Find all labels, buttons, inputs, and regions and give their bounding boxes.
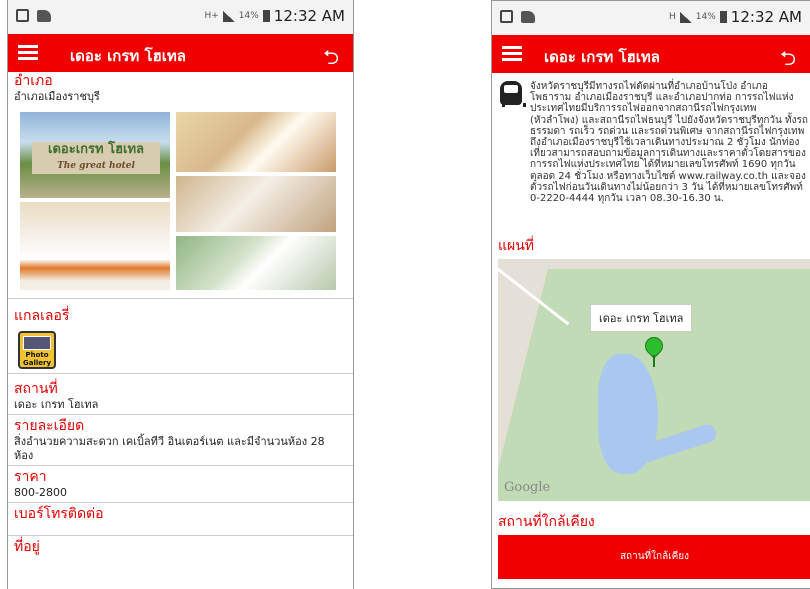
detail-heading: รายละเอียด [14,418,85,434]
hotel-sign-name: เดอะเกรท โฮเทล [48,142,144,157]
bathtub-photo [174,234,338,292]
divider [8,414,353,415]
app-bar: เดอะ เกรท โฮเทล ⮌ [8,34,353,72]
battery-percent: 14% [238,11,259,21]
screenshot-icon [16,9,29,22]
menu-icon[interactable] [502,46,522,61]
signal-icon [679,11,692,23]
clock: 12:32 AM [730,8,802,26]
phone-heading: เบอร์โทรติดต่อ [14,506,104,522]
detail-content[interactable]: จังหวัดราชบุรีมีทางรถไฟตัดผ่านที่อำเภอบ้… [492,73,810,588]
transport-info-text: จังหวัดราชบุรีมีทางรถไฟตัดผ่านที่อำเภอบ้… [530,81,808,205]
left-phone-screen: H+ 14% 12:32 AM เดอะ เกรท โฮเทล ⮌ อำเภอ … [7,0,354,589]
district-value: อำเภอเมืองราชบุรี [14,90,100,103]
hotel-sign: เดอะเกรท โฮเทล The great hotel [32,142,160,174]
map-view[interactable]: เดอะ เกรท โฮเทล Google [498,259,810,501]
hotel-entrance-photo: เดอะเกรท โฮเทล The great hotel [18,110,172,200]
gallery-icon-label: Photo Gallery [22,351,52,367]
hotel-photo-collage[interactable]: เดอะเกรท โฮเทล The great hotel [18,110,345,292]
hotel-sign-sub: The great hotel [57,161,135,171]
divider [8,535,353,536]
train-icon [500,81,526,107]
app-title: เดอะ เกรท โฮเทล [544,48,660,66]
map-heading: แผนที่ [498,238,535,254]
app-title: เดอะ เกรท โฮเทล [70,47,186,65]
battery-icon [719,11,727,23]
divider [8,465,353,466]
room-photo-2 [174,174,338,234]
clock: 12:32 AM [273,7,345,25]
bed-photo [18,200,172,292]
gallery-heading: แกลเลอรี่ [14,308,70,324]
status-bar: H+ 14% 12:32 AM [8,0,353,34]
detail-content[interactable]: อำเภอ อำเภอเมืองราชบุรี เดอะเกรท โฮเทล T… [8,72,353,589]
menu-icon[interactable] [18,45,38,60]
status-bar: H 14% 12:32 AM [492,1,810,35]
place-value: เดอะ เกรท โฮเทล [14,398,99,411]
photo-gallery-icon[interactable]: Photo Gallery [18,331,56,369]
nearby-places-button[interactable]: สถานที่ใกล้เคียง [498,535,810,579]
detail-value: สิ่งอำนวยความสะดวก เคเบิ้ลทีวี อินเตอร์เ… [14,435,325,462]
map-pin-needle [653,355,655,367]
map-marker-label[interactable]: เดอะ เกรท โฮเทล [590,304,693,332]
network-type: H+ [204,11,219,21]
app-bar: เดอะ เกรท โฮเทล ⮌ [492,35,810,73]
place-heading: สถานที่ [14,381,58,397]
network-type: H [669,12,676,22]
google-logo: Google [504,480,551,495]
price-heading: ราคา [14,469,47,485]
divider [8,373,353,374]
right-phone-screen: H 14% 12:32 AM เดอะ เกรท โฮเทล ⮌ จังหวัด… [491,0,810,589]
screenshot-icon [500,10,513,23]
battery-percent: 14% [695,12,716,22]
address-heading: ที่อยู่ [14,539,40,555]
notification-icon [37,9,51,22]
room-photo-1 [174,110,338,174]
nearby-heading: สถานที่ใกล้เคียง [498,514,595,530]
notification-icon [521,10,535,23]
battery-icon [262,10,270,22]
price-value: 800-2800 [14,486,67,499]
gallery-frame [23,336,51,350]
signal-icon [222,10,235,22]
divider [8,502,353,503]
divider [8,298,353,299]
district-heading: อำเภอ [14,73,53,89]
